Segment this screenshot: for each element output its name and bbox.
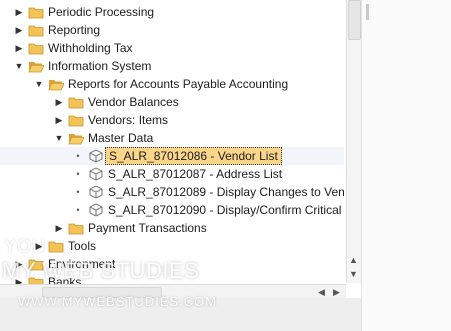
scroll-right-arrow-icon[interactable]: ▶ [333, 286, 340, 298]
splitter-handle[interactable] [366, 4, 369, 20]
folder-icon [28, 7, 44, 19]
scroll-up-arrow-icon[interactable]: ▲ [349, 255, 358, 265]
folder-open-icon [28, 62, 44, 73]
right-content-pane [361, 0, 451, 331]
folder-icon [68, 115, 84, 127]
tree-node-label: Master Data [88, 131, 154, 145]
scroll-down-arrow-icon[interactable]: ▼ [349, 269, 358, 279]
sap-menu-tree: ▶ Periodic Processing ▶ Reporting ▶ With… [0, 0, 344, 292]
tree-node-label: Payment Transactions [88, 221, 207, 235]
tree-node-label: S_ALR_87012086 - Vendor List [105, 147, 282, 165]
watermark-text: YOU [4, 236, 47, 256]
tree-node-label: Information System [48, 59, 152, 73]
expand-arrow-icon[interactable]: ▶ [14, 6, 24, 18]
tree-node-label: S_ALR_87012089 - Display Changes to Ven [108, 185, 344, 199]
tree-node-label: S_ALR_87012087 - Address List [108, 167, 283, 181]
folder-icon [48, 241, 64, 253]
vertical-scrollbar[interactable]: ▲ ▼ [346, 0, 361, 283]
bullet-icon: • [76, 151, 80, 161]
watermark-url: WWW.MYWEBSTUDIES.COM [18, 294, 218, 309]
transaction-cube-icon [89, 149, 103, 163]
tree-node-label: Periodic Processing [48, 5, 155, 19]
collapse-arrow-icon[interactable]: ▼ [54, 132, 64, 144]
tree-node-label: Vendor Balances [88, 95, 179, 109]
transaction-cube-icon [89, 185, 103, 199]
tree-node-label: Tools [68, 239, 97, 253]
vertical-scroll-thumb[interactable] [348, 0, 361, 40]
folder-icon [68, 223, 84, 235]
folder-open-icon [48, 80, 64, 91]
tree-node-label: Reports for Accounts Payable Accounting [68, 77, 289, 91]
bullet-icon: • [76, 169, 80, 179]
folder-open-icon [68, 134, 84, 145]
expand-arrow-icon[interactable]: ▶ [14, 42, 24, 54]
expand-arrow-icon[interactable]: ▶ [14, 24, 24, 36]
folder-icon [28, 43, 44, 55]
tree-node-label: Vendors: Items [88, 113, 169, 127]
bullet-icon: • [76, 205, 80, 215]
scroll-left-arrow-icon[interactable]: ◀ [318, 286, 325, 298]
expand-arrow-icon[interactable]: ▶ [54, 96, 64, 108]
tree-node-label: S_ALR_87012090 - Display/Confirm Critica… [108, 203, 344, 217]
expand-arrow-icon[interactable]: ▶ [54, 222, 64, 234]
tree-node-label: Withholding Tax [48, 41, 133, 55]
transaction-cube-icon [89, 203, 103, 217]
watermark-brand: MY WEB STUDIES [2, 258, 200, 283]
tree-node-label: Reporting [48, 23, 101, 37]
transaction-cube-icon [89, 167, 103, 181]
bullet-icon: • [76, 187, 80, 197]
expand-arrow-icon[interactable]: ▶ [54, 114, 64, 126]
collapse-arrow-icon[interactable]: ▼ [34, 78, 44, 90]
folder-icon [28, 25, 44, 37]
folder-icon [68, 97, 84, 109]
collapse-arrow-icon[interactable]: ▼ [14, 60, 24, 72]
